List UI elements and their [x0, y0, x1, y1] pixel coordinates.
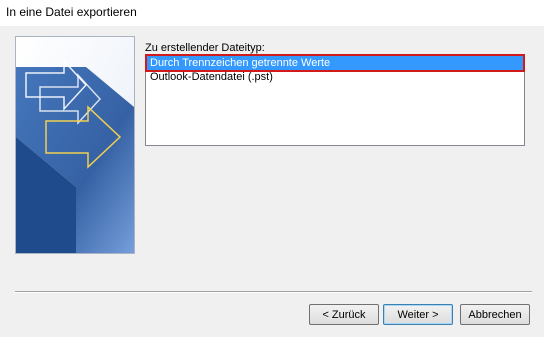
window-title: In eine Datei exportieren	[6, 5, 137, 19]
file-type-option-csv[interactable]: Durch Trennzeichen getrennte Werte	[145, 54, 525, 72]
file-type-option-pst[interactable]: Outlook-Datendatei (.pst)	[147, 70, 273, 84]
file-type-prompt: Zu erstellender Dateityp:	[145, 42, 265, 54]
wizard-banner-image	[15, 36, 135, 254]
next-button[interactable]: Weiter >	[383, 304, 453, 325]
title-bar: In eine Datei exportieren	[0, 0, 544, 26]
back-button[interactable]: < Zurück	[309, 304, 379, 325]
export-arrows-icon	[16, 37, 134, 253]
button-separator	[15, 291, 532, 293]
cancel-button[interactable]: Abbrechen	[460, 304, 530, 325]
file-type-list[interactable]: Durch Trennzeichen getrennte Werte Outlo…	[145, 54, 525, 146]
